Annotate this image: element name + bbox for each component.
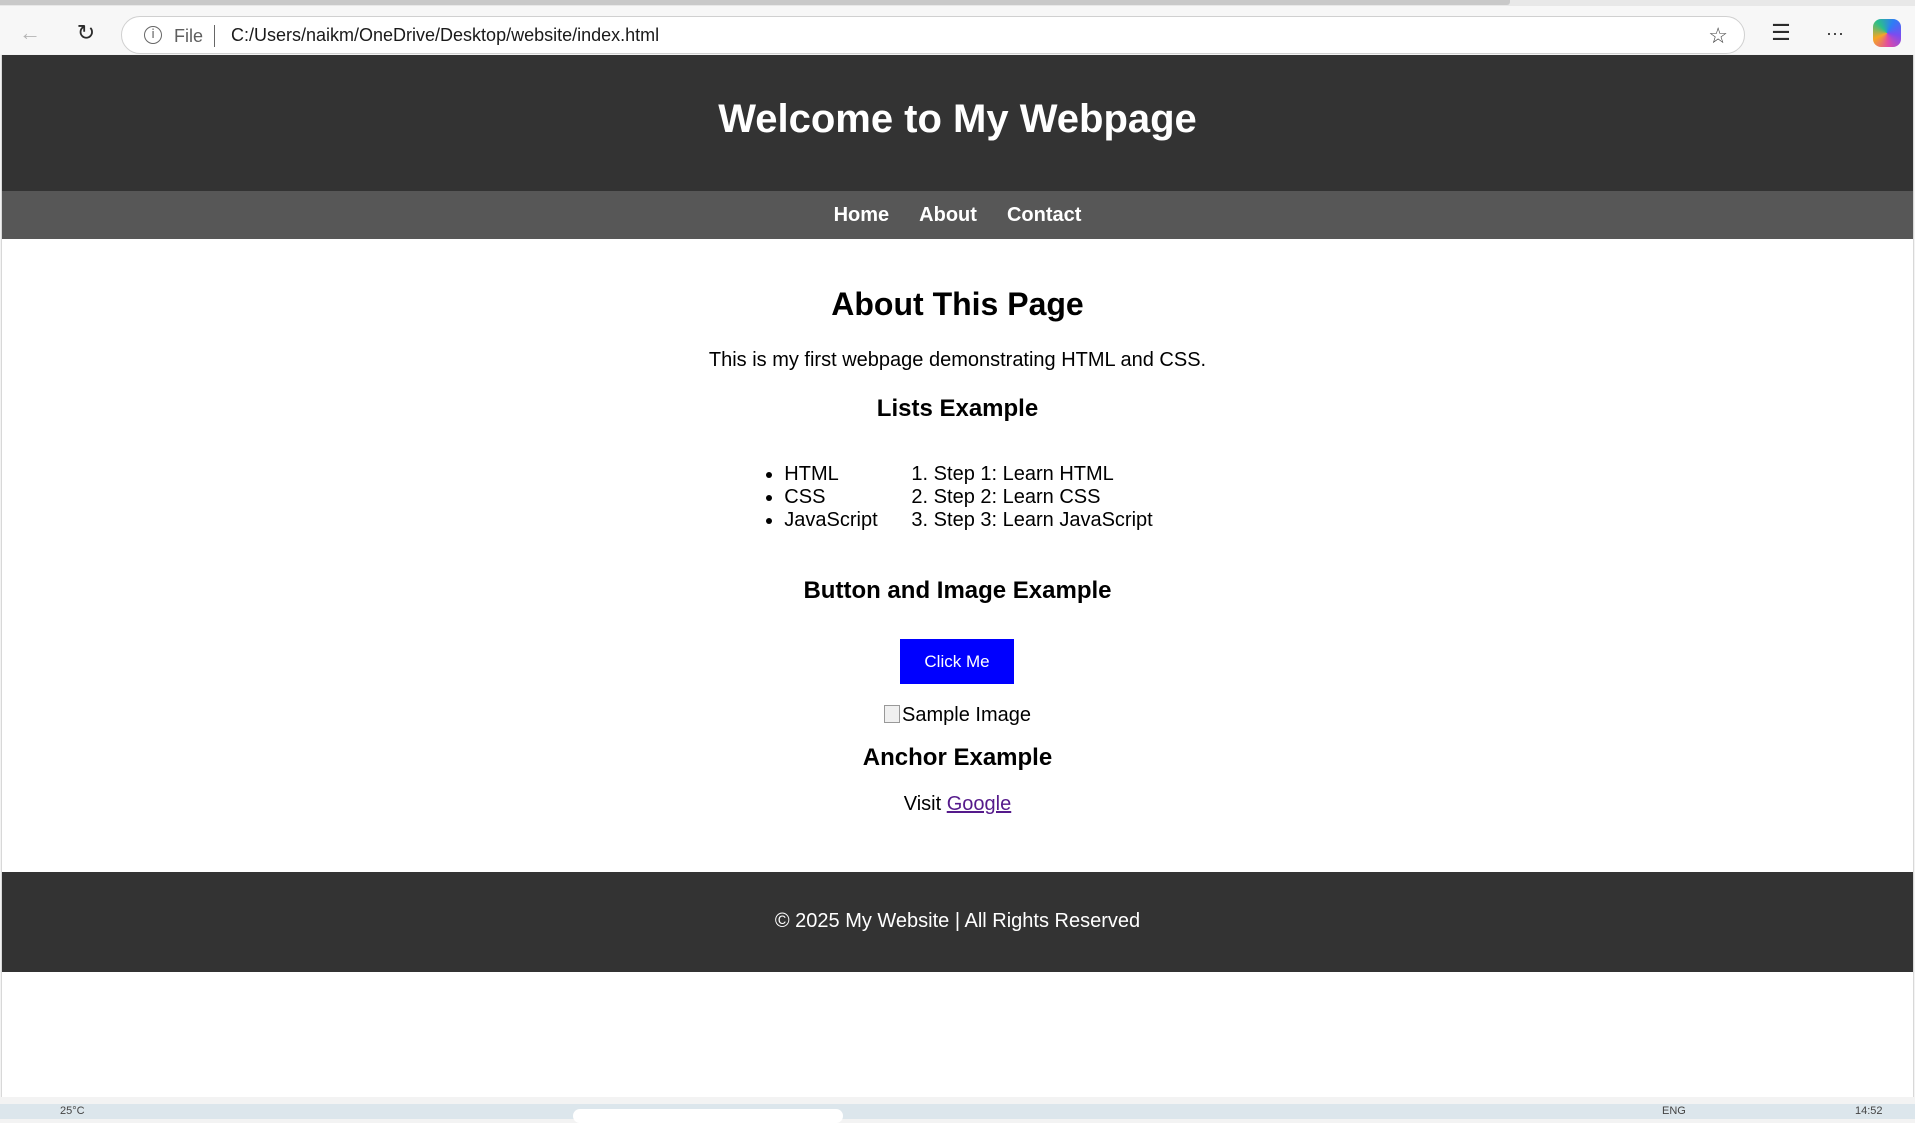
info-icon[interactable]: i <box>144 26 162 44</box>
address-divider <box>214 25 215 47</box>
favorites-icon[interactable]: ☰ <box>1764 16 1798 50</box>
address-bar[interactable]: i File C:/Users/naikm/OneDrive/Desktop/w… <box>121 16 1745 54</box>
clock[interactable]: 14:52 <box>1855 1105 1883 1117</box>
page-viewport: Welcome to My Webpage Home About Contact… <box>1 55 1914 1097</box>
lists-heading: Lists Example <box>876 395 1039 422</box>
visit-prefix: Visit <box>903 793 947 815</box>
address-scheme: File <box>174 26 204 46</box>
weather-text[interactable]: 25°C <box>60 1105 85 1117</box>
intro-text: This is my first webpage demonstrating H… <box>708 349 1207 371</box>
site-nav: Home About Contact <box>2 191 1913 239</box>
click-me-button[interactable]: Click Me <box>900 639 1014 684</box>
button-image-heading: Button and Image Example <box>803 577 1112 604</box>
list-item: JavaScript <box>784 509 877 532</box>
anchor-heading: Anchor Example <box>862 744 1053 771</box>
os-taskbar: 25°C ENG 14:52 <box>0 1104 1915 1123</box>
list-item: Step 3: Learn JavaScript <box>934 509 1153 532</box>
back-arrow-icon[interactable]: ← <box>13 16 47 50</box>
lists-container: HTML CSS JavaScript Step 1: Learn HTML S… <box>2 463 1913 532</box>
footer-text: © 2025 My Website | All Rights Reserved <box>774 910 1141 932</box>
visit-paragraph: Visit Google <box>2 793 1913 816</box>
copilot-icon[interactable] <box>1873 19 1901 47</box>
about-heading: About This Page <box>831 286 1084 322</box>
google-link[interactable]: Google <box>947 793 1012 815</box>
language-indicator[interactable]: ENG <box>1662 1105 1686 1117</box>
sample-image: Sample Image <box>2 704 1913 727</box>
image-alt-text: Sample Image <box>902 704 1031 726</box>
refresh-icon[interactable]: ↻ <box>69 16 103 50</box>
nav-link-contact[interactable]: Contact <box>1007 204 1081 227</box>
site-footer: © 2025 My Website | All Rights Reserved <box>2 872 1913 972</box>
list-item: Step 1: Learn HTML <box>934 463 1153 486</box>
page-title: Welcome to My Webpage <box>718 97 1197 141</box>
address-url[interactable]: C:/Users/naikm/OneDrive/Desktop/website/… <box>231 25 659 46</box>
active-tab[interactable] <box>0 0 1510 5</box>
ordered-list: Step 1: Learn HTML Step 2: Learn CSS Ste… <box>912 463 1153 532</box>
list-item: Step 2: Learn CSS <box>934 486 1153 509</box>
browser-toolbar: ← ↻ i File C:/Users/naikm/OneDrive/Deskt… <box>0 6 1915 54</box>
site-header: Welcome to My Webpage <box>2 55 1913 191</box>
broken-image-icon <box>884 705 901 723</box>
taskbar-search[interactable] <box>573 1109 843 1123</box>
unordered-list: HTML CSS JavaScript <box>762 463 877 532</box>
more-menu-icon[interactable]: ··· <box>1818 16 1852 50</box>
nav-link-about[interactable]: About <box>919 204 977 227</box>
nav-link-home[interactable]: Home <box>834 204 890 227</box>
list-item: CSS <box>784 486 877 509</box>
favorite-star-icon[interactable]: ☆ <box>1708 23 1728 49</box>
list-item: HTML <box>784 463 877 486</box>
